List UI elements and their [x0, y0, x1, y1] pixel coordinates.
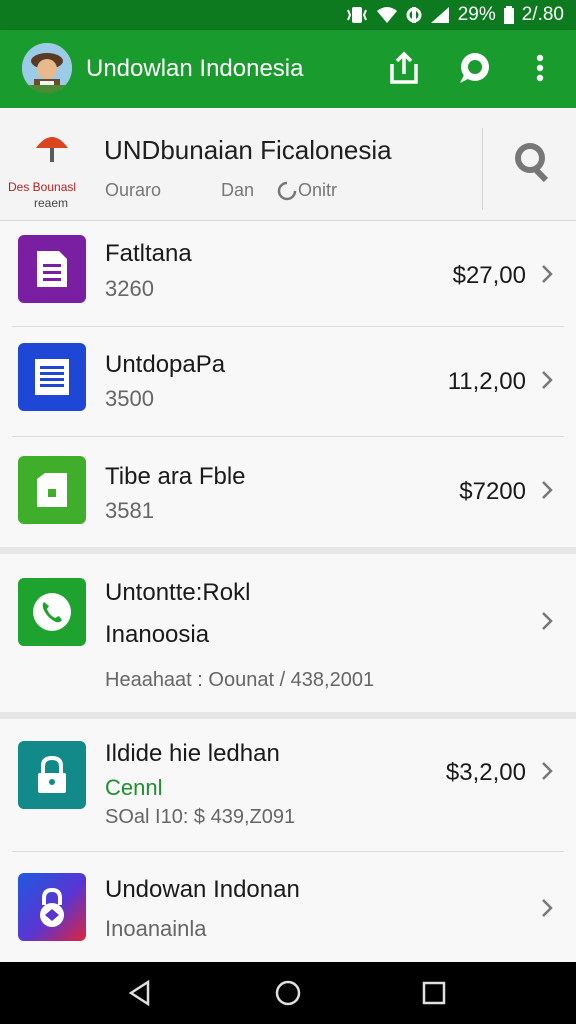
- chat-icon: [460, 53, 489, 83]
- item-amount: 11,2,00: [447, 368, 526, 395]
- item-sub: Inoanainla: [105, 916, 207, 941]
- chevron-right-icon: [542, 762, 553, 780]
- summary-header: Des Bounasl reaem UNDbunaian Ficalonesia…: [0, 108, 576, 221]
- wifi-icon: [376, 7, 397, 23]
- list-item[interactable]: Undowan Indonan Inoanainla: [0, 852, 576, 962]
- chevron-right-icon: [542, 265, 553, 283]
- item-detail: Heaahaat : Oounat / 438,2001: [105, 669, 375, 691]
- item-name: Tibe ara Fble: [105, 463, 246, 490]
- list-item[interactable]: Untontte:Rokl Inanoosia Heaahaat : Oouna…: [0, 554, 576, 712]
- divider: [482, 128, 483, 210]
- battery-icon: [503, 6, 514, 24]
- list-item[interactable]: Tibe ara Fble 3581 $7200: [0, 437, 576, 547]
- chevron-right-icon: [542, 481, 553, 499]
- battery-percent: 29%: [457, 4, 496, 25]
- phone-icon: [18, 578, 86, 646]
- item-name: Fatltana: [105, 240, 192, 267]
- avatar[interactable]: [22, 43, 72, 93]
- header-sub-2: Dan: [221, 180, 255, 200]
- navigation-bar: [0, 962, 576, 1024]
- list-item[interactable]: Fatltana 3260 $27,00: [0, 221, 576, 327]
- header-title: UNDbunaian Ficalonesia: [104, 135, 392, 165]
- item-name: Undowan Indonan: [105, 876, 300, 903]
- item-sub: Inanoosia: [105, 621, 210, 648]
- clock-icon: [277, 181, 297, 201]
- app-bar: Undowlan Indonesia: [0, 30, 576, 108]
- app-title: Undowlan Indonesia: [86, 55, 304, 82]
- item-amount: $27,00: [452, 262, 526, 289]
- item-name: UntdopaPa: [105, 351, 226, 378]
- chevron-right-icon: [542, 612, 553, 630]
- header-sub-1: Ouraro: [105, 180, 162, 200]
- item-detail: SOal I10: $ 439,Z091: [105, 806, 296, 828]
- chevron-right-icon: [542, 899, 553, 917]
- logo-text: Des Bounasl: [8, 180, 77, 194]
- document-icon: [18, 235, 86, 303]
- secure-lock-icon: [18, 873, 86, 941]
- status-bar: 29% 2/.80: [0, 0, 576, 30]
- signal-icon: [430, 7, 449, 23]
- list-document-icon: [18, 343, 86, 411]
- list-item[interactable]: Ildide hie ledhan Cennl SOal I10: $ 439,…: [0, 719, 576, 852]
- home-icon[interactable]: [274, 979, 302, 1007]
- item-amount: $7200: [459, 478, 526, 505]
- item-name: Untontte:Rokl: [105, 579, 251, 606]
- back-icon[interactable]: [126, 979, 154, 1007]
- item-name: Ildide hie ledhan: [105, 740, 280, 767]
- umbrella-icon: [36, 137, 68, 162]
- section-divider: [0, 712, 576, 719]
- more-vert-icon: [536, 54, 544, 82]
- logo-subtext: reaem: [34, 196, 69, 210]
- more-options-button[interactable]: [522, 50, 558, 86]
- search-button[interactable]: [510, 138, 556, 184]
- list-item[interactable]: UntdopaPa 3500 11,2,00: [0, 327, 576, 437]
- share-icon: [390, 51, 418, 84]
- vibrate-icon: [346, 7, 367, 23]
- item-status: Cennl: [105, 775, 163, 800]
- share-button[interactable]: [386, 50, 422, 86]
- recents-icon[interactable]: [420, 979, 448, 1007]
- item-sub: 3500: [105, 386, 154, 411]
- item-sub: 3581: [105, 498, 154, 523]
- brand-logo: Des Bounasl reaem: [8, 130, 94, 216]
- item-amount: $3,2,00: [445, 759, 526, 786]
- data-saver-icon: [406, 7, 422, 23]
- chevron-right-icon: [542, 371, 553, 389]
- header-sub-3: Onitr: [298, 180, 338, 200]
- item-sub: 3260: [105, 276, 154, 301]
- section-divider: [0, 547, 576, 554]
- chat-button[interactable]: [456, 50, 492, 86]
- file-icon: [18, 456, 86, 524]
- search-icon: [515, 143, 549, 183]
- clock: 2/.80: [521, 4, 564, 25]
- lock-icon: [18, 741, 86, 809]
